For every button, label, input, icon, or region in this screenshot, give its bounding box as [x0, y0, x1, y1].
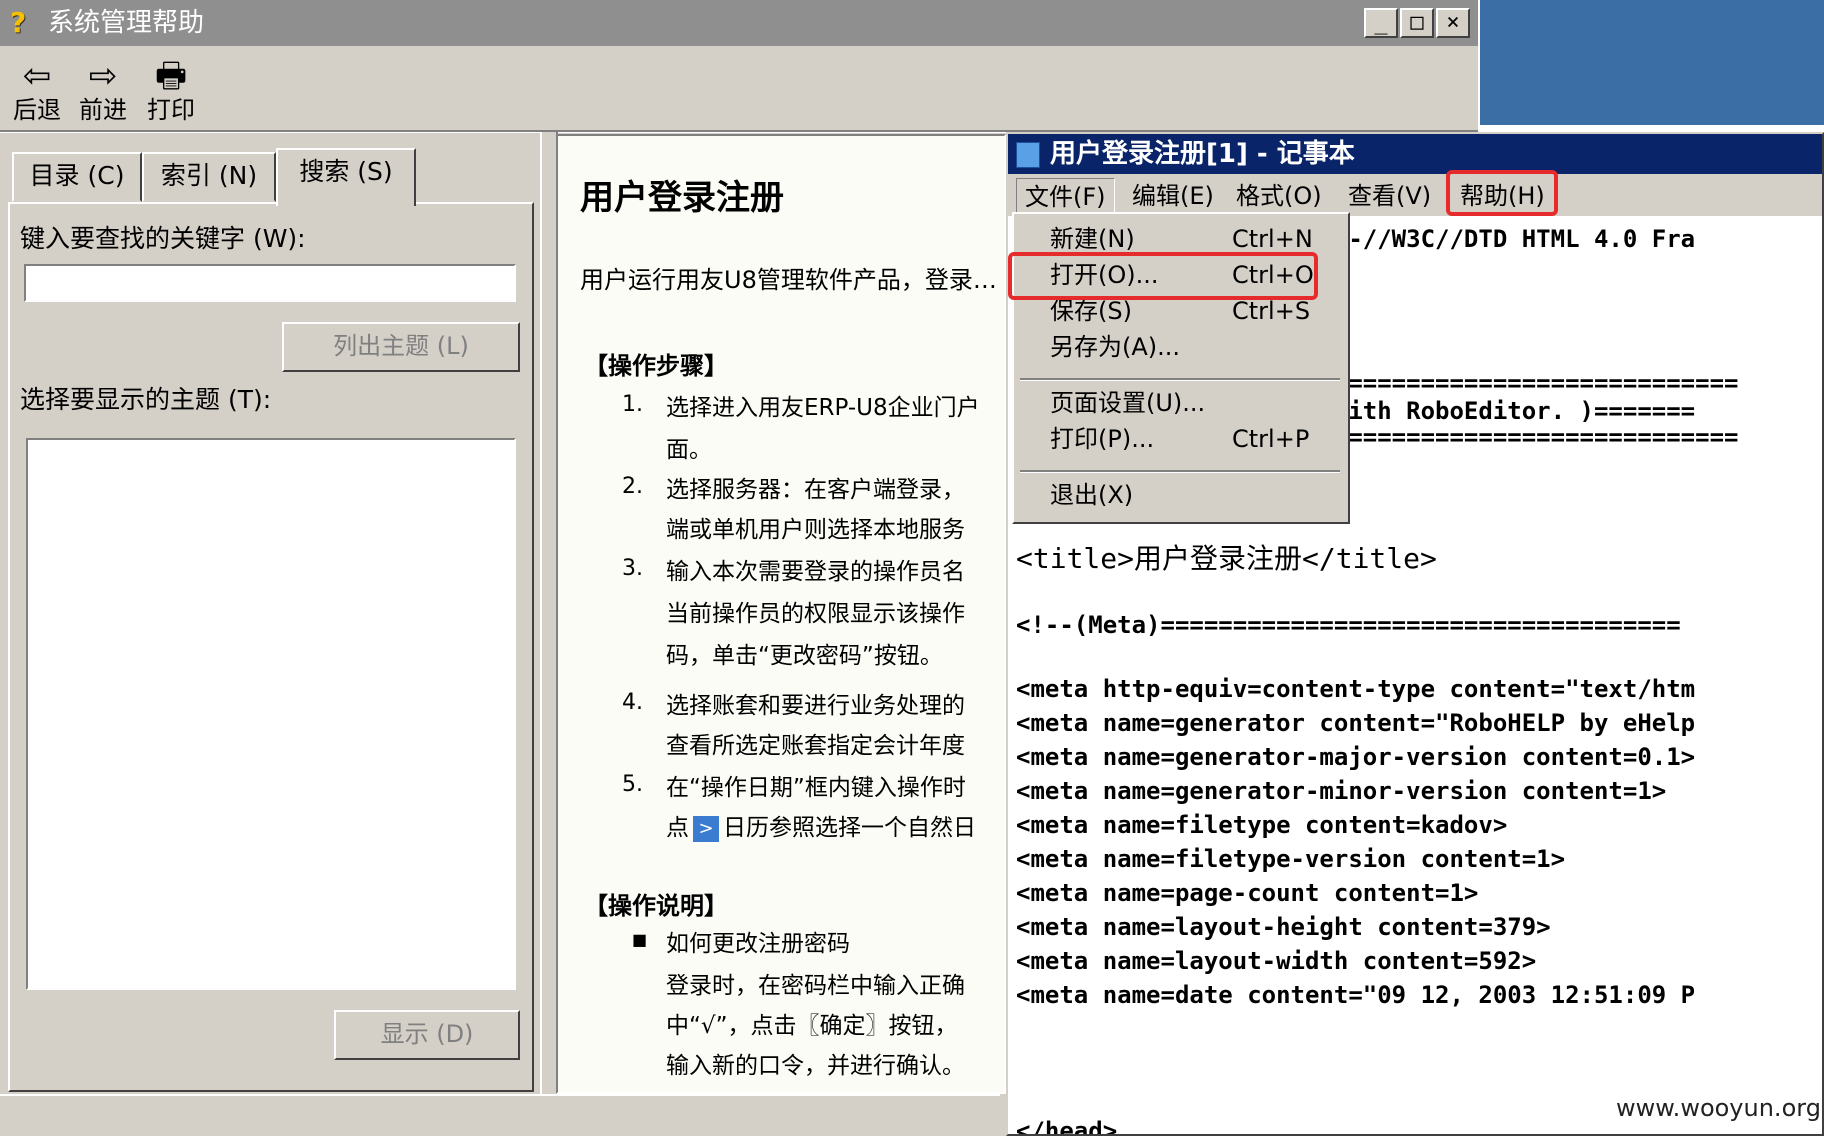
step-text: 选择服务器：在客户端登录， [666, 477, 965, 503]
close-button[interactable]: × [1436, 8, 1470, 38]
help-menu-highlight [1446, 170, 1558, 216]
desktop-background [1480, 0, 1824, 125]
topic-list[interactable] [26, 438, 516, 990]
menu-item-exit[interactable]: 退出(X) [1016, 478, 1346, 512]
menu-item-save-as[interactable]: 另存为(A)... [1016, 330, 1346, 364]
forward-arrow-icon: ⇨ [88, 56, 118, 96]
open-item-highlight [1008, 252, 1318, 300]
step-text: 面。 [666, 437, 712, 463]
steps-heading: 【操作步骤】 [584, 352, 728, 380]
step-number: 5. [622, 772, 643, 797]
help-titlebar[interactable]: ? 系统管理帮助 _ □ × [0, 0, 1478, 46]
print-button[interactable]: 🖶 打印 [140, 56, 202, 128]
forward-button[interactable]: ⇨ 前进 [72, 56, 134, 128]
step-text: 选择进入用友ERP-U8企业门户 [666, 395, 980, 421]
display-button[interactable]: 显示 (D) [334, 1010, 520, 1060]
text-line: <meta name=generator-minor-version conte… [1016, 777, 1667, 805]
step5-prefix: 点 [666, 815, 689, 841]
minimize-button[interactable]: _ [1364, 8, 1398, 38]
text-line: <meta name=layout-width content=592> [1016, 947, 1537, 975]
text-line: <meta name=date content="09 12, 2003 12:… [1016, 981, 1696, 1009]
step-number: 4. [622, 690, 643, 715]
menu-item-page-setup[interactable]: 页面设置(U)... [1016, 386, 1346, 420]
keyword-input[interactable] [24, 264, 516, 302]
text-line: <meta name=layout-height content=379> [1016, 913, 1551, 941]
list-topics-button[interactable]: 列出主题 (L) [282, 322, 520, 372]
note-text: 登录时，在密码栏中输入正确 [666, 973, 965, 999]
tab-contents[interactable]: 目录 (C) [12, 152, 142, 202]
help-window-title: 系统管理帮助 [48, 8, 205, 38]
menu-edit[interactable]: 编辑(E) [1124, 178, 1222, 214]
menu-view[interactable]: 查看(V) [1340, 178, 1439, 214]
step-text-calendar: 点 > 日历参照选择一个自然日 [666, 808, 976, 842]
notepad-app-icon [1016, 142, 1040, 168]
tab-index[interactable]: 索引 (N) [142, 152, 276, 202]
step-number: 3. [622, 556, 643, 581]
calendar-reference-icon[interactable]: > [693, 815, 719, 842]
text-line: </head> [1016, 1117, 1118, 1136]
tab-search[interactable]: 搜索 (S) [276, 148, 416, 206]
menu-item-label: 新建(N) [1050, 225, 1135, 253]
note-title: 如何更改注册密码 [666, 931, 850, 957]
menu-separator [1020, 378, 1340, 381]
text-line: <meta http-equiv=content-type content="t… [1016, 675, 1696, 703]
print-label: 打印 [147, 96, 195, 124]
step-text: 选择账套和要进行业务处理的 [666, 693, 965, 719]
step-text: 日历参照选择一个自然日 [723, 815, 976, 841]
menu-item-print[interactable]: 打印(P)... Ctrl+P [1016, 422, 1346, 456]
step-text: 端或单机用户则选择本地服务 [666, 517, 965, 543]
menu-item-label: 另存为(A)... [1050, 333, 1181, 361]
menu-item-shortcut: Ctrl+N [1232, 225, 1313, 253]
step-text: 查看所选定账套指定会计年度 [666, 733, 965, 759]
step-number: 2. [622, 474, 643, 499]
forward-label: 前进 [79, 96, 127, 124]
notepad-titlebar[interactable]: 用户登录注册[1] - 记事本 [1008, 134, 1822, 174]
note-text: 中“√”，点击〖确定〗按钮， [666, 1013, 958, 1039]
text-line: <meta name=filetype content=kadov> [1016, 811, 1508, 839]
notes-heading: 【操作说明】 [584, 892, 728, 920]
menu-item-new[interactable]: 新建(N) Ctrl+N [1016, 222, 1346, 256]
step-text: 输入本次需要登录的操作员名 [666, 559, 965, 585]
help-content-pane: 用户登录注册 用户运行用友U8管理软件产品，登录… 【操作步骤】 1. 选择进入… [556, 134, 1006, 1094]
status-bar [0, 1094, 1000, 1136]
text-line: <!--(Meta)==============================… [1016, 611, 1681, 639]
topic-label: 选择要显示的主题 (T): [20, 385, 272, 414]
watermark: www.wooyun.org [1616, 1094, 1821, 1122]
menu-item-label: 打印(P)... [1050, 425, 1155, 453]
back-label: 后退 [13, 96, 61, 124]
step-number: 1. [622, 392, 643, 417]
content-intro: 用户运行用友U8管理软件产品，登录… [580, 266, 997, 294]
back-arrow-icon: ⇦ [22, 56, 52, 96]
notepad-title: 用户登录注册[1] - 记事本 [1050, 139, 1355, 169]
printer-icon: 🖶 [154, 56, 188, 96]
step-text: 在“操作日期”框内键入操作时 [666, 775, 966, 801]
menu-item-shortcut: Ctrl+P [1232, 425, 1310, 453]
text-line: <meta name=generator-major-version conte… [1016, 743, 1696, 771]
text-line: <meta name=filetype-version content=1> [1016, 845, 1566, 873]
bullet-icon: ■ [632, 930, 648, 949]
menu-file[interactable]: 文件(F) [1016, 178, 1115, 216]
content-title: 用户登录注册 [580, 178, 784, 218]
text-line: <meta name=page-count content=1> [1016, 879, 1479, 907]
note-text: 输入新的口令，并进行确认。 [666, 1053, 965, 1079]
step-text: 码，单击“更改密码”按钮。 [666, 643, 943, 669]
maximize-button[interactable]: □ [1400, 8, 1434, 38]
menu-format[interactable]: 格式(O) [1228, 178, 1330, 214]
keyword-label: 键入要查找的关键字 (W): [20, 224, 306, 253]
menu-item-label: 页面设置(U)... [1050, 389, 1206, 417]
menu-separator [1020, 470, 1340, 473]
text-line: <title>用户登录注册</title> [1016, 542, 1437, 575]
menu-item-label: 退出(X) [1050, 481, 1134, 509]
back-button[interactable]: ⇦ 后退 [6, 56, 68, 128]
text-line: <meta name=generator content="RoboHELP b… [1016, 709, 1696, 737]
help-app-icon: ? [10, 6, 27, 39]
step-text: 当前操作员的权限显示该操作 [666, 601, 965, 627]
